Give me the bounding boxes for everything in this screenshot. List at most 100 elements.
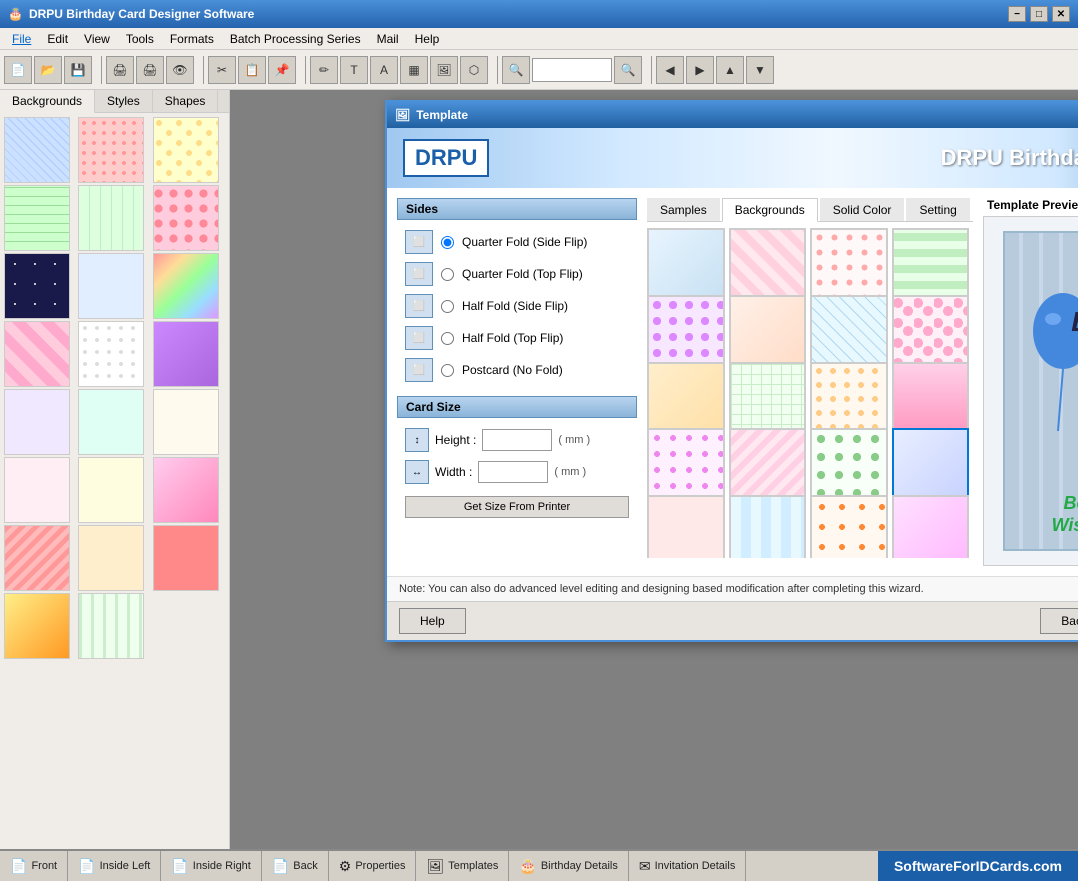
- tb-zoom-out[interactable]: 🔍: [614, 56, 642, 84]
- fold-option-2[interactable]: ⬜ Half Fold (Side Flip): [397, 290, 637, 322]
- bg-item[interactable]: [4, 593, 70, 659]
- fold-radio-3[interactable]: [441, 332, 454, 345]
- tb-shapes[interactable]: ⬡: [460, 56, 488, 84]
- template-item[interactable]: [810, 495, 888, 558]
- help-button[interactable]: Help: [399, 608, 466, 634]
- bg-item[interactable]: [153, 457, 219, 523]
- height-input[interactable]: 100.00: [482, 429, 552, 451]
- back-button[interactable]: Back: [1040, 608, 1078, 634]
- bg-item[interactable]: [4, 117, 70, 183]
- bg-item[interactable]: [78, 525, 144, 591]
- bg-item[interactable]: [153, 321, 219, 387]
- tb-cut[interactable]: ✂: [208, 56, 236, 84]
- bg-item[interactable]: [78, 593, 144, 659]
- bg-item[interactable]: [4, 525, 70, 591]
- menu-mail[interactable]: Mail: [369, 30, 407, 48]
- front-icon: 📄: [10, 858, 27, 875]
- menu-help[interactable]: Help: [407, 30, 448, 48]
- tb-paste[interactable]: 📌: [268, 56, 296, 84]
- tb-zoom-in[interactable]: 🔍: [502, 56, 530, 84]
- tb-open[interactable]: 📂: [34, 56, 62, 84]
- tab-backgrounds[interactable]: Backgrounds: [0, 90, 95, 113]
- template-item[interactable]: [647, 495, 725, 558]
- fold-radio-0[interactable]: [441, 236, 454, 249]
- width-input[interactable]: 80.00: [478, 461, 548, 483]
- tb-draw[interactable]: ✏: [310, 56, 338, 84]
- tb-down[interactable]: ▼: [746, 56, 774, 84]
- menu-view[interactable]: View: [76, 30, 118, 48]
- app-title: DRPU Birthday Card Designer Software: [29, 7, 254, 21]
- status-inside-left[interactable]: 📄 Inside Left: [68, 851, 161, 881]
- tmpl-tab-backgrounds[interactable]: Backgrounds: [722, 198, 818, 222]
- tab-styles[interactable]: Styles: [95, 90, 153, 112]
- get-size-button[interactable]: Get Size From Printer: [405, 496, 629, 518]
- bg-item[interactable]: [4, 253, 70, 319]
- template-item[interactable]: [729, 495, 807, 558]
- fold-option-4[interactable]: ⬜ Postcard (No Fold): [397, 354, 637, 386]
- background-grid: [0, 113, 229, 663]
- tmpl-tab-samples[interactable]: Samples: [647, 198, 720, 221]
- bg-item[interactable]: [78, 253, 144, 319]
- menu-formats[interactable]: Formats: [162, 30, 222, 48]
- menu-file[interactable]: File: [4, 30, 39, 48]
- fold-option-1[interactable]: ⬜ Quarter Fold (Top Flip): [397, 258, 637, 290]
- status-properties[interactable]: ⚙ Properties: [329, 851, 417, 881]
- height-label: Height :: [435, 433, 476, 447]
- status-inside-right[interactable]: 📄 Inside Right: [161, 851, 262, 881]
- bg-item[interactable]: [78, 457, 144, 523]
- menu-edit[interactable]: Edit: [39, 30, 76, 48]
- bg-item[interactable]: [78, 185, 144, 251]
- bg-item[interactable]: [153, 117, 219, 183]
- tmpl-tab-setting[interactable]: Setting: [906, 198, 969, 221]
- tb-image[interactable]: 🖼: [430, 56, 458, 84]
- bg-item[interactable]: [153, 525, 219, 591]
- template-item[interactable]: [892, 495, 970, 558]
- bg-item[interactable]: [153, 389, 219, 455]
- bg-item[interactable]: [4, 389, 70, 455]
- tb-print[interactable]: 🖨: [106, 56, 134, 84]
- bg-item[interactable]: [153, 253, 219, 319]
- width-label: Width :: [435, 465, 472, 479]
- tb-new[interactable]: 📄: [4, 56, 32, 84]
- fold-radio-2[interactable]: [441, 300, 454, 313]
- tb-back[interactable]: ◀: [656, 56, 684, 84]
- bg-item[interactable]: [78, 389, 144, 455]
- fold-label-3: Half Fold (Top Flip): [462, 331, 563, 345]
- status-templates[interactable]: 🖼 Templates: [416, 851, 509, 881]
- bg-item[interactable]: [4, 321, 70, 387]
- status-front[interactable]: 📄 Front: [0, 851, 68, 881]
- status-back[interactable]: 📄 Back: [262, 851, 329, 881]
- zoom-input[interactable]: 100%: [532, 58, 612, 82]
- minimize-button[interactable]: −: [1008, 6, 1026, 22]
- menu-tools[interactable]: Tools: [118, 30, 162, 48]
- tb-preview[interactable]: 👁: [166, 56, 194, 84]
- fold-radio-1[interactable]: [441, 268, 454, 281]
- app-icon: 🎂: [8, 7, 23, 21]
- fold-radio-4[interactable]: [441, 364, 454, 377]
- bg-item[interactable]: [78, 117, 144, 183]
- tb-print2[interactable]: 🖨: [136, 56, 164, 84]
- tmpl-tab-solid[interactable]: Solid Color: [820, 198, 905, 221]
- tb-wordart[interactable]: A: [370, 56, 398, 84]
- status-birthday[interactable]: 🎂 Birthday Details: [509, 851, 628, 881]
- menu-batch[interactable]: Batch Processing Series: [222, 30, 369, 48]
- fold-option-3[interactable]: ⬜ Half Fold (Top Flip): [397, 322, 637, 354]
- tab-shapes[interactable]: Shapes: [153, 90, 219, 112]
- tb-copy[interactable]: 📋: [238, 56, 266, 84]
- maximize-button[interactable]: □: [1030, 6, 1048, 22]
- preview-label: Template Preview: [983, 198, 1078, 212]
- tb-up[interactable]: ▲: [716, 56, 744, 84]
- bg-item[interactable]: [4, 457, 70, 523]
- bg-item[interactable]: [78, 321, 144, 387]
- status-invitation[interactable]: ✉ Invitation Details: [629, 851, 746, 881]
- fold-option-0[interactable]: ⬜ Quarter Fold (Side Flip): [397, 226, 637, 258]
- bg-item[interactable]: [153, 185, 219, 251]
- close-button[interactable]: ✕: [1052, 6, 1070, 22]
- tb-text[interactable]: T: [340, 56, 368, 84]
- invitation-icon: ✉: [639, 858, 651, 875]
- tb-barcode[interactable]: ▦: [400, 56, 428, 84]
- tb-forward[interactable]: ▶: [686, 56, 714, 84]
- tb-save[interactable]: 💾: [64, 56, 92, 84]
- template-dialog: 🖼 Template ✕ DRPU DRPU Birthday Cards De…: [385, 100, 1078, 642]
- bg-item[interactable]: [4, 185, 70, 251]
